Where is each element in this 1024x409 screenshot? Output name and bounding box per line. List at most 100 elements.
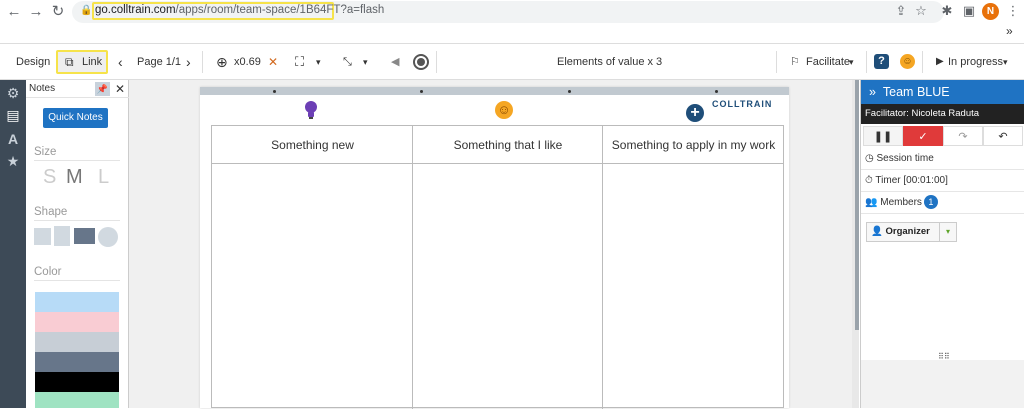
text-icon[interactable]: A: [4, 130, 22, 148]
add-icon[interactable]: +: [686, 104, 704, 122]
zoom-level: x0.69: [234, 56, 261, 68]
browser-chrome: ← → ↻ 🔒 go.colltrain.com/apps/room/team-…: [0, 0, 1024, 44]
color-label: Color: [34, 266, 62, 278]
user-icon: 👤: [871, 226, 883, 237]
session-time-row[interactable]: ◷ Session time: [861, 148, 1024, 170]
scrollbar-thumb[interactable]: [855, 80, 859, 330]
stopwatch-icon: ⏱: [865, 175, 873, 186]
avatar[interactable]: N: [982, 3, 999, 20]
shape-square[interactable]: [34, 228, 51, 245]
team-header[interactable]: » Team BLUE: [861, 80, 1024, 104]
shape-circle[interactable]: [98, 227, 118, 247]
status-button[interactable]: In progress: [948, 44, 1003, 80]
organizer-dropdown-icon[interactable]: ▾: [940, 222, 957, 242]
board-table: Something new Something that I like Some…: [211, 125, 784, 409]
color-swatch-pink[interactable]: [35, 312, 119, 332]
board[interactable]: ☺ + COLLTRAIN Something new Something th…: [200, 87, 789, 409]
clock-icon: ◷: [865, 153, 874, 164]
undo-icon[interactable]: ↶: [983, 126, 1023, 146]
sound-icon[interactable]: ◀: [391, 44, 399, 80]
notes-icon[interactable]: ▤: [4, 106, 22, 124]
record-icon[interactable]: [413, 44, 429, 80]
star-icon[interactable]: ★: [4, 152, 22, 170]
left-icon-bar: ⚙ ▤ A ★: [0, 80, 26, 408]
page-indicator: Page 1/1: [137, 56, 182, 68]
board-handle[interactable]: [420, 90, 423, 93]
members-count-badge: 1: [923, 195, 938, 210]
facilitate-button[interactable]: Facilitate: [806, 44, 850, 80]
color-swatch-slate[interactable]: [35, 352, 119, 372]
divider: [776, 51, 777, 73]
facilitate-icon[interactable]: ⚐: [790, 44, 800, 80]
smiley-icon[interactable]: ☺: [900, 54, 915, 69]
check-icon[interactable]: ✓: [903, 126, 943, 146]
colltrain-logo: COLLTRAIN: [712, 99, 773, 109]
settings-icon[interactable]: ⚙: [4, 84, 22, 102]
column-header: Something new: [212, 126, 413, 164]
organizer-button[interactable]: 👤 Organizer: [866, 222, 940, 242]
design-button[interactable]: Design: [16, 44, 50, 80]
status-dropdown-icon[interactable]: ▾: [1003, 44, 1008, 80]
size-large[interactable]: L: [98, 166, 109, 189]
pointer-tool-icon[interactable]: ⤡: [343, 44, 352, 80]
members-row[interactable]: 👥 Members 1: [861, 192, 1024, 214]
board-handle[interactable]: [273, 90, 276, 93]
shape-label: Shape: [34, 206, 68, 218]
board-handle[interactable]: [715, 90, 718, 93]
size-small[interactable]: S: [43, 166, 56, 189]
reload-icon[interactable]: ↻: [48, 2, 68, 22]
shape-tall[interactable]: [54, 226, 70, 246]
notes-header: Notes: [26, 80, 129, 98]
url-path: /apps/room/team-space/1B64FT?a=flash: [175, 4, 385, 16]
board-handle[interactable]: [568, 90, 571, 93]
expand-icon[interactable]: »: [869, 85, 876, 99]
divider: [436, 51, 437, 73]
prev-page-icon[interactable]: ‹: [118, 44, 123, 80]
reset-zoom-icon[interactable]: ✕: [268, 44, 278, 80]
copy-link-icon: ⧉: [65, 55, 74, 69]
share-icon[interactable]: ⇪: [892, 3, 910, 19]
board-header-bar: [200, 87, 789, 95]
bookmarks-overflow-icon[interactable]: »: [1006, 24, 1013, 38]
fit-screen-icon[interactable]: ⛶: [295, 44, 304, 80]
team-name: Team BLUE: [882, 85, 950, 99]
quick-notes-button[interactable]: Quick Notes: [43, 108, 108, 128]
size-medium[interactable]: M: [66, 166, 83, 189]
link-button[interactable]: ⧉ Link: [56, 50, 108, 74]
timer-row[interactable]: ⏱ Timer [00:01:00]: [861, 170, 1024, 192]
status-icon: ▶: [936, 56, 944, 67]
zoom-icon[interactable]: ⊕: [216, 44, 228, 80]
activity-title: Elements of value x 3: [557, 56, 663, 68]
divider: [34, 280, 120, 281]
color-swatch-light-gray[interactable]: [35, 332, 119, 352]
shape-wide[interactable]: [74, 228, 95, 244]
back-icon[interactable]: ←: [4, 2, 24, 22]
fit-dropdown-icon[interactable]: ▾: [316, 44, 321, 80]
pause-icon[interactable]: ❚❚: [863, 126, 903, 146]
column-header: Something that I like: [413, 126, 603, 164]
sidebar-icon[interactable]: ▣: [960, 3, 978, 19]
help-icon[interactable]: ?: [874, 54, 889, 69]
color-swatch-mint[interactable]: [35, 392, 119, 408]
next-page-icon[interactable]: ›: [186, 44, 191, 80]
url-domain: go.colltrain.com: [95, 4, 176, 16]
facilitate-dropdown-icon[interactable]: ▾: [849, 44, 854, 80]
star-icon[interactable]: ☆: [912, 3, 930, 19]
app-toolbar: Design ⧉ Link ‹ Page 1/1 › ⊕ x0.69 ✕ ⛶ ▾…: [0, 44, 1024, 80]
pointer-dropdown-icon[interactable]: ▾: [363, 44, 368, 80]
divider: [34, 220, 120, 221]
color-swatches: [26, 292, 129, 408]
column-divider: [412, 126, 413, 409]
extensions-icon[interactable]: ✱: [938, 3, 956, 19]
menu-icon[interactable]: ⋮: [1004, 3, 1022, 19]
timer-label: Timer [00:01:00]: [875, 175, 948, 186]
url-text[interactable]: go.colltrain.com/apps/room/team-space/1B…: [95, 4, 384, 16]
redo-icon[interactable]: ↷: [943, 126, 983, 146]
pin-icon[interactable]: 📌: [95, 82, 110, 96]
resize-grip-icon[interactable]: ⠿⠿: [938, 352, 950, 361]
forward-icon[interactable]: →: [26, 2, 46, 22]
notes-title: Notes: [29, 83, 56, 94]
close-icon[interactable]: ✕: [115, 80, 125, 98]
color-swatch-light-blue[interactable]: [35, 292, 119, 312]
color-swatch-black[interactable]: [35, 372, 119, 392]
